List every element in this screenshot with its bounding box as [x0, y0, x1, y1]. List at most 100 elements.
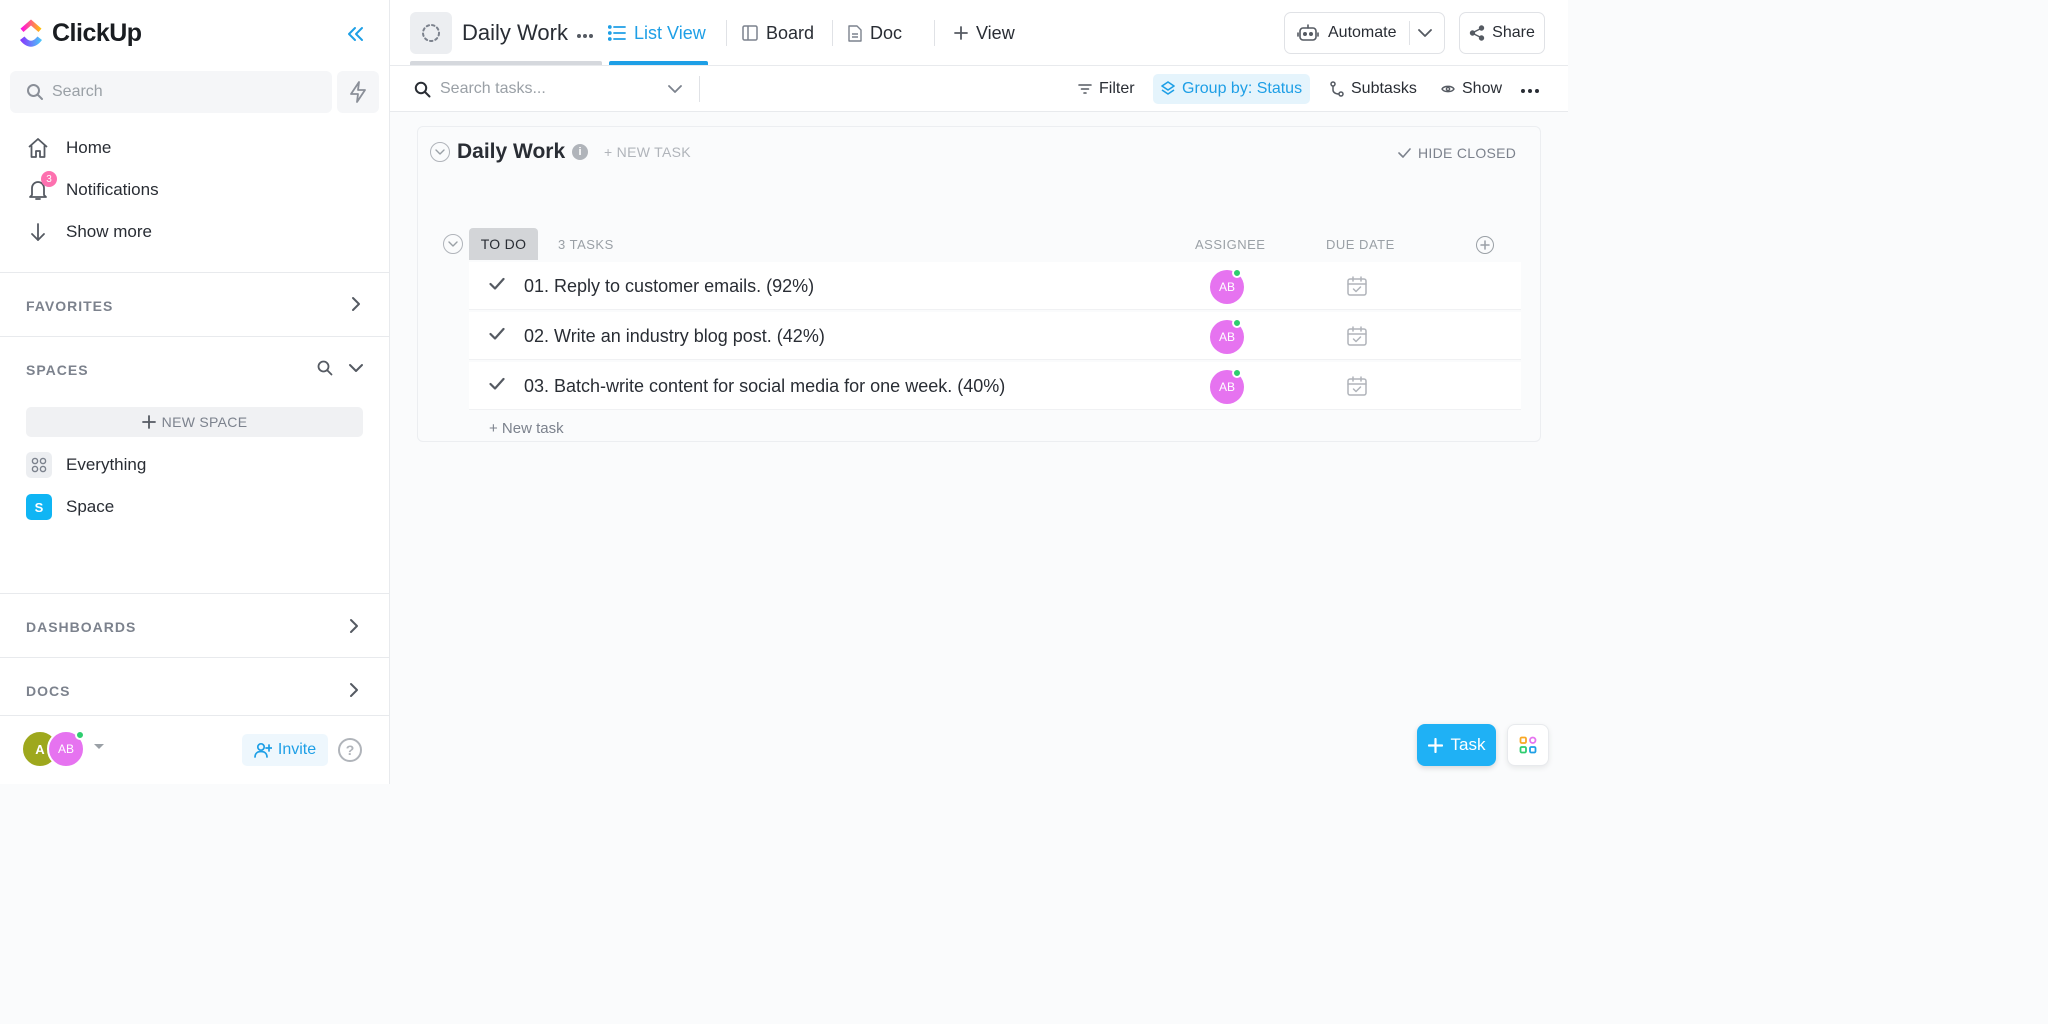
add-view-button[interactable]: View	[954, 20, 1015, 46]
task-name[interactable]: 01. Reply to customer emails. (92%)	[524, 276, 814, 297]
page-title[interactable]: Daily Work	[462, 20, 568, 46]
clickup-logo[interactable]: ClickUp	[18, 17, 142, 49]
online-status-dot	[1232, 318, 1242, 328]
subtasks-button[interactable]: Subtasks	[1322, 74, 1425, 104]
list-settings-button[interactable]	[410, 12, 452, 54]
show-button[interactable]: Show	[1433, 74, 1510, 104]
group-by-button[interactable]: Group by: Status	[1153, 74, 1311, 104]
tab-label: List View	[634, 22, 706, 43]
space-item-label: Everything	[66, 455, 147, 474]
status-badge[interactable]: TO DO	[469, 228, 538, 260]
table-row[interactable]: 01. Reply to customer emails. (92%) AB	[469, 262, 1521, 310]
dashboards-section-title[interactable]: DASHBOARDS	[26, 619, 136, 635]
spaces-section-title[interactable]: SPACES	[26, 362, 89, 378]
chevron-down-icon	[435, 149, 445, 155]
show-label: Show	[1462, 80, 1503, 97]
space-item-everything[interactable]: Everything	[26, 451, 146, 479]
group-collapse-button[interactable]	[443, 234, 463, 254]
chevron-down-icon	[349, 364, 363, 372]
checkmark-icon	[489, 327, 505, 340]
list-title[interactable]: Daily Work	[457, 140, 565, 164]
complete-task-checkbox[interactable]	[489, 377, 505, 396]
complete-task-checkbox[interactable]	[489, 277, 505, 296]
table-row[interactable]: 03. Batch-write content for social media…	[469, 362, 1521, 410]
new-task-header-button[interactable]: + NEW TASK	[604, 144, 691, 160]
task-search-input[interactable]: Search tasks...	[414, 78, 546, 100]
automate-dropdown-button[interactable]	[1418, 25, 1432, 43]
list-collapse-button[interactable]	[430, 142, 450, 162]
assignee-avatar[interactable]: AB	[1210, 318, 1244, 354]
list-icon	[608, 25, 626, 41]
hide-closed-toggle[interactable]: HIDE CLOSED	[1398, 145, 1516, 161]
automate-label: Automate	[1328, 24, 1397, 41]
invite-label: Invite	[277, 741, 317, 758]
add-column-button[interactable]	[1476, 236, 1494, 254]
due-date-button[interactable]	[1346, 275, 1368, 302]
info-icon[interactable]: i	[572, 144, 588, 160]
sidebar-item-label: Notifications	[66, 180, 159, 199]
board-icon	[742, 25, 758, 41]
chevron-down-icon	[1418, 29, 1432, 37]
sidebar-item-notifications[interactable]: 3 Notifications	[26, 171, 159, 205]
dashboards-expand-button[interactable]	[344, 616, 364, 636]
plus-icon	[1427, 737, 1443, 753]
space-item-space[interactable]: S Space	[26, 493, 114, 521]
favorites-section-title[interactable]: FAVORITES	[26, 298, 113, 314]
lightning-bolt-icon	[350, 81, 366, 103]
new-space-button[interactable]: NEW SPACE	[26, 407, 363, 437]
assignee-avatar[interactable]: AB	[1210, 368, 1244, 404]
sidebar-search-input[interactable]: Search	[10, 71, 332, 113]
online-status-dot	[1232, 268, 1242, 278]
sidebar-divider	[0, 336, 390, 337]
docs-expand-button[interactable]	[344, 680, 364, 700]
column-header-assignee[interactable]: ASSIGNEE	[1195, 237, 1265, 252]
assignee-avatar[interactable]: AB	[1210, 268, 1244, 304]
new-space-label: NEW SPACE	[161, 414, 248, 430]
tab-board[interactable]: Board	[742, 20, 814, 46]
help-button[interactable]: ?	[338, 738, 362, 762]
calendar-icon	[1347, 326, 1367, 346]
toolbar-more-button[interactable]	[1520, 78, 1540, 99]
more-options-button[interactable]	[576, 22, 594, 45]
task-count: 3 TASKS	[558, 237, 614, 252]
filter-button[interactable]: Filter	[1070, 74, 1143, 104]
share-button[interactable]: Share	[1459, 12, 1545, 54]
search-options-dropdown[interactable]	[668, 81, 682, 99]
due-date-button[interactable]	[1346, 325, 1368, 352]
column-header-due-date[interactable]: DUE DATE	[1326, 237, 1395, 252]
due-date-button[interactable]	[1346, 375, 1368, 402]
subtasks-label: Subtasks	[1351, 80, 1417, 97]
tab-underline-inactive	[410, 61, 602, 65]
plus-icon	[141, 415, 156, 429]
invite-button[interactable]: Invite	[242, 734, 328, 766]
sidebar-item-home[interactable]: Home	[26, 133, 111, 163]
plus-icon	[954, 26, 968, 40]
new-task-button[interactable]: + New task	[489, 420, 564, 437]
apps-button[interactable]	[1507, 724, 1549, 766]
assignee-initials: AB	[1218, 280, 1235, 294]
tab-list-view[interactable]: List View	[608, 20, 706, 46]
docs-section-title[interactable]: DOCS	[26, 683, 70, 699]
sidebar-divider	[0, 593, 390, 594]
complete-task-checkbox[interactable]	[489, 327, 505, 346]
task-name[interactable]: 02. Write an industry blog post. (42%)	[524, 326, 825, 347]
table-row[interactable]: 02. Write an industry blog post. (42%) A…	[469, 312, 1521, 360]
automate-button[interactable]: Automate	[1284, 12, 1445, 54]
collapse-sidebar-button[interactable]	[340, 20, 370, 48]
spaces-collapse-button[interactable]	[346, 358, 366, 378]
favorites-expand-button[interactable]	[346, 294, 366, 314]
sidebar-divider	[0, 272, 390, 273]
task-name[interactable]: 03. Batch-write content for social media…	[524, 376, 1005, 397]
share-icon	[1469, 25, 1485, 41]
layers-icon	[1161, 81, 1175, 95]
chevron-down-icon	[668, 85, 682, 93]
tab-doc[interactable]: Doc	[848, 20, 902, 46]
caret-down-icon[interactable]	[94, 744, 104, 749]
create-task-button[interactable]: Task	[1417, 724, 1496, 766]
bell-icon: 3	[26, 171, 57, 202]
tab-label: View	[976, 22, 1015, 43]
quick-actions-button[interactable]	[337, 71, 379, 113]
filter-label: Filter	[1099, 80, 1135, 97]
sidebar-item-show-more[interactable]: Show more	[26, 217, 152, 247]
spaces-search-button[interactable]	[315, 358, 335, 378]
